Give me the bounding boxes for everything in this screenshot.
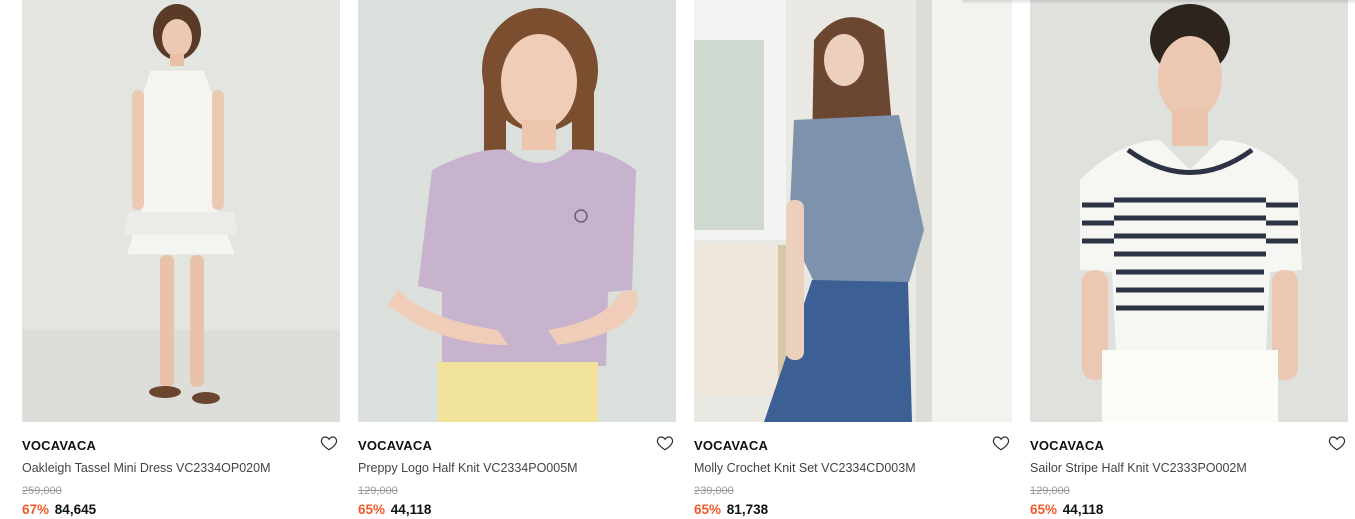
discount-rate: 65% bbox=[694, 502, 722, 517]
price-row: 65% 44,118 bbox=[1030, 502, 1103, 517]
sale-price: 81,738 bbox=[726, 502, 769, 517]
heart-outline-icon[interactable] bbox=[992, 434, 1010, 452]
product-brand[interactable]: VOCAVACA bbox=[1030, 438, 1104, 453]
original-price: 129,000 bbox=[358, 485, 398, 497]
product-info: VOCAVACA Preppy Logo Half Knit VC2334PO0… bbox=[358, 422, 676, 519]
model-photo-crochet bbox=[694, 0, 1012, 422]
product-card[interactable]: VOCAVACA Oakleigh Tassel Mini Dress VC23… bbox=[22, 0, 340, 519]
product-name[interactable]: Oakleigh Tassel Mini Dress VC2334OP020M bbox=[22, 461, 271, 475]
product-name[interactable]: Sailor Stripe Half Knit VC2333PO002M bbox=[1030, 461, 1247, 475]
heart-outline-icon[interactable] bbox=[1328, 434, 1346, 452]
sale-price: 44,118 bbox=[390, 502, 432, 517]
product-brand[interactable]: VOCAVACA bbox=[694, 438, 768, 453]
heart-outline-icon[interactable] bbox=[656, 434, 674, 452]
original-price: 259,000 bbox=[22, 485, 62, 497]
product-info: VOCAVACA Molly Crochet Knit Set VC2334CD… bbox=[694, 422, 1012, 519]
product-info: VOCAVACA Sailor Stripe Half Knit VC2333P… bbox=[1030, 422, 1348, 519]
product-photo[interactable] bbox=[22, 0, 340, 422]
product-photo[interactable] bbox=[694, 0, 1012, 422]
sale-price: 44,118 bbox=[1062, 502, 1104, 517]
product-photo[interactable] bbox=[358, 0, 676, 422]
sale-price: 84,645 bbox=[54, 502, 97, 517]
original-price: 239,000 bbox=[694, 485, 734, 497]
product-card[interactable]: VOCAVACA Molly Crochet Knit Set VC2334CD… bbox=[694, 0, 1012, 519]
product-photo[interactable] bbox=[1030, 0, 1348, 422]
product-brand[interactable]: VOCAVACA bbox=[358, 438, 432, 453]
discount-rate: 65% bbox=[358, 502, 386, 517]
discount-rate: 67% bbox=[22, 502, 50, 517]
overlay-shadow bbox=[962, 0, 1355, 4]
model-photo-stripe-knit bbox=[1030, 0, 1348, 422]
price-row: 65% 81,738 bbox=[694, 502, 768, 517]
price-row: 67% 84,645 bbox=[22, 502, 96, 517]
product-grid: VOCAVACA Oakleigh Tassel Mini Dress VC23… bbox=[22, 0, 1348, 519]
heart-outline-icon[interactable] bbox=[320, 434, 338, 452]
product-brand[interactable]: VOCAVACA bbox=[22, 438, 96, 453]
model-photo-knit bbox=[358, 0, 676, 422]
model-photo-dress bbox=[22, 0, 340, 422]
original-price: 129,000 bbox=[1030, 485, 1070, 497]
product-info: VOCAVACA Oakleigh Tassel Mini Dress VC23… bbox=[22, 422, 340, 519]
product-card[interactable]: VOCAVACA Preppy Logo Half Knit VC2334PO0… bbox=[358, 0, 676, 519]
discount-rate: 65% bbox=[1030, 502, 1058, 517]
price-row: 65% 44,118 bbox=[358, 502, 431, 517]
product-card[interactable]: VOCAVACA Sailor Stripe Half Knit VC2333P… bbox=[1030, 0, 1348, 519]
product-name[interactable]: Preppy Logo Half Knit VC2334PO005M bbox=[358, 461, 578, 475]
product-name[interactable]: Molly Crochet Knit Set VC2334CD003M bbox=[694, 461, 916, 475]
